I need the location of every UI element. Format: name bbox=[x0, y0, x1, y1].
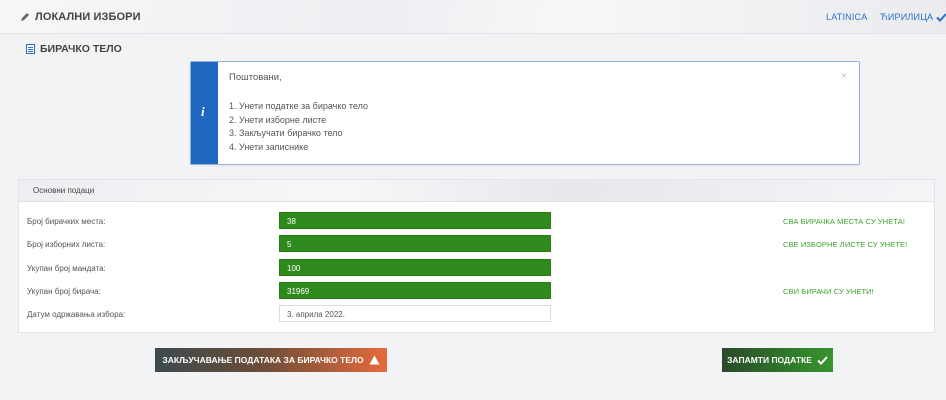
field-polling-stations[interactable]: 38 bbox=[279, 212, 551, 229]
field-voters[interactable]: 31969 bbox=[279, 282, 551, 299]
lang-cyrillic-link[interactable]: ЋИРИЛИЦА bbox=[880, 12, 946, 22]
pencil-icon bbox=[21, 13, 29, 21]
lock-voter-body-button[interactable]: ЗАКЉУЧАВАЊЕ ПОДАТАКА ЗА БИРАЧКО ТЕЛО bbox=[155, 348, 387, 372]
lang-cyrillic-label: ЋИРИЛИЦА bbox=[880, 12, 934, 22]
warning-icon bbox=[369, 355, 380, 365]
status-electoral-lists: СВЕ ИЗБОРНЕ ЛИСТЕ СУ УНЕТЕ! bbox=[783, 240, 908, 249]
row-label-mandates: Укупан број мандата: bbox=[27, 264, 106, 273]
notice-step: 2. Унети изборне листе bbox=[229, 114, 327, 125]
app-title-text: ЛОКАЛНИ ИЗБОРИ bbox=[35, 11, 141, 23]
panel-header: Основни подаци bbox=[19, 180, 934, 202]
status-voters: СВИ БИРАЧИ СУ УНЕТИ! bbox=[783, 287, 874, 296]
section-title: БИРАЧКО ТЕЛО bbox=[26, 43, 122, 55]
app-title: ЛОКАЛНИ ИЗБОРИ bbox=[20, 11, 141, 23]
lock-button-label: ЗАКЉУЧАВАЊЕ ПОДАТАКА ЗА БИРАЧКО ТЕЛО bbox=[162, 355, 364, 365]
panel-title: Основни подаци bbox=[33, 186, 95, 195]
info-icon: i bbox=[201, 104, 205, 119]
checkmark-icon bbox=[817, 355, 828, 365]
row-label-election-date: Датум одржавања избора: bbox=[27, 310, 126, 319]
close-icon[interactable]: × bbox=[841, 71, 847, 82]
lang-latin-link[interactable]: LATINICA bbox=[826, 12, 867, 22]
info-notice: i Поштовани, 1. Унети податке за бирачко… bbox=[190, 61, 860, 165]
checkmark-icon bbox=[936, 12, 946, 22]
top-bar: ЛОКАЛНИ ИЗБОРИ LATINICA ЋИРИЛИЦА bbox=[0, 0, 946, 34]
notice-side-bar: i bbox=[191, 62, 218, 164]
field-mandates[interactable]: 100 bbox=[279, 259, 551, 276]
field-election-date[interactable]: 3. априла 2022. bbox=[279, 305, 551, 322]
save-button-label: ЗАПАМТИ ПОДАТКЕ bbox=[727, 355, 812, 365]
notice-step: 4. Унети записнике bbox=[229, 141, 309, 152]
section-title-text: БИРАЧКО ТЕЛО bbox=[40, 43, 122, 55]
row-label-voters: Укупан број бирача: bbox=[27, 287, 101, 296]
status-polling-stations: СВА БИРАЧКА МЕСТА СУ УНЕТА! bbox=[783, 217, 906, 226]
basic-data-panel: Основни подаци Број бирачких места: 38 С… bbox=[18, 179, 935, 333]
field-electoral-lists[interactable]: 5 bbox=[279, 235, 551, 252]
row-label-polling-stations: Број бирачких места: bbox=[27, 217, 106, 226]
notice-greeting: Поштовани, bbox=[229, 72, 282, 83]
notice-steps: 1. Унети податке за бирачко тело 2. Унет… bbox=[229, 100, 368, 154]
notice-step: 3. Закључати бирачко тело bbox=[229, 128, 343, 138]
notice-step: 1. Унети податке за бирачко тело bbox=[229, 101, 368, 111]
document-icon bbox=[26, 44, 35, 54]
save-data-button[interactable]: ЗАПАМТИ ПОДАТКЕ bbox=[722, 348, 833, 372]
row-label-electoral-lists: Број изборних листа: bbox=[27, 240, 106, 249]
